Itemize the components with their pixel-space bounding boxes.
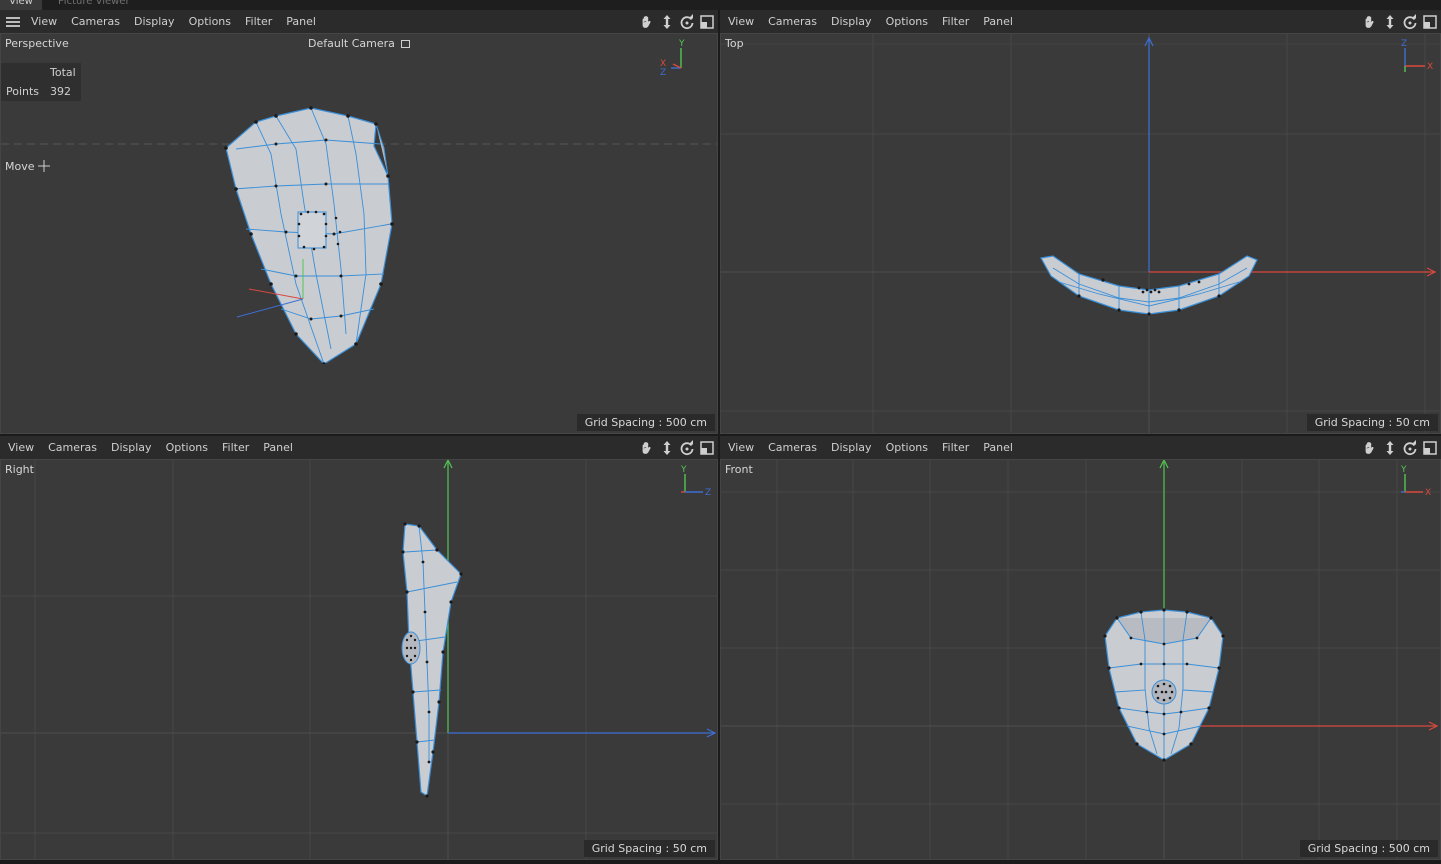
move-zoom-icon[interactable]: [1382, 14, 1398, 30]
front-pane: View Cameras Display Options Filter Pane…: [720, 436, 1441, 860]
grid-spacing-readout: Grid Spacing : 50 cm: [583, 840, 715, 857]
maximize-icon[interactable]: [699, 440, 715, 456]
shield-mesh-top[interactable]: [1039, 254, 1261, 320]
move-tool-name: Move: [5, 160, 35, 173]
hand-pan-icon[interactable]: [639, 14, 655, 30]
menu-filter[interactable]: Filter: [935, 441, 976, 454]
axis-y-letter: Y: [680, 465, 687, 475]
axis-y-letter: Y: [1400, 465, 1407, 475]
menu-options[interactable]: Options: [879, 15, 935, 28]
hud-points-table: Total Points 392: [1, 63, 81, 101]
object-gizmo: [236, 259, 304, 318]
hud-points-value: 392: [50, 85, 71, 98]
move-zoom-icon[interactable]: [659, 440, 675, 456]
front-viewport[interactable]: Front Y X Grid Spacing : 500 cm: [720, 459, 1441, 860]
grid-spacing-readout: Grid Spacing : 500 cm: [1299, 840, 1438, 857]
hud-total-header: Total: [50, 66, 76, 79]
rotate-icon[interactable]: [679, 440, 695, 456]
axis-x-letter: X: [1425, 488, 1431, 498]
menu-panel[interactable]: Panel: [256, 441, 300, 454]
menu-options[interactable]: Options: [182, 15, 238, 28]
menu-display[interactable]: Display: [824, 15, 879, 28]
camera-label[interactable]: Default Camera: [308, 37, 411, 50]
camera-icon: [401, 40, 411, 48]
hand-pan-icon[interactable]: [1362, 440, 1378, 456]
menu-cameras[interactable]: Cameras: [761, 441, 824, 454]
tab-bar: View Picture Viewer: [0, 0, 1441, 10]
axis-y-letter: Y: [678, 39, 685, 49]
menu-view[interactable]: View: [24, 15, 64, 28]
maximize-icon[interactable]: [1422, 440, 1438, 456]
menu-display[interactable]: Display: [824, 441, 879, 454]
menu-display[interactable]: Display: [127, 15, 182, 28]
axis-gizmo: Y Z: [680, 465, 711, 498]
menu-cameras[interactable]: Cameras: [41, 441, 104, 454]
grid-spacing-readout: Grid Spacing : 50 cm: [1306, 414, 1438, 431]
move-crosshair-icon: [38, 160, 50, 175]
move-zoom-icon[interactable]: [1382, 440, 1398, 456]
menu-filter[interactable]: Filter: [215, 441, 256, 454]
tab-view[interactable]: View: [0, 0, 42, 10]
perspective-menubar: View Cameras Display Options Filter Pane…: [0, 10, 718, 33]
hud-points-label: Points: [6, 85, 40, 98]
front-menubar: View Cameras Display Options Filter Pane…: [720, 436, 1441, 459]
tab-picture-viewer[interactable]: Picture Viewer: [50, 0, 138, 10]
top-pane: View Cameras Display Options Filter Pane…: [720, 10, 1441, 434]
maximize-icon[interactable]: [1422, 14, 1438, 30]
grid-spacing-readout: Grid Spacing : 500 cm: [576, 414, 715, 431]
camera-name: Default Camera: [308, 37, 395, 50]
viewport-label: Perspective: [5, 37, 69, 50]
axis-z-letter: Z: [1401, 39, 1407, 49]
rotate-icon[interactable]: [1402, 14, 1418, 30]
rotate-icon[interactable]: [679, 14, 695, 30]
move-tool-label: Move: [5, 160, 50, 175]
menu-panel[interactable]: Panel: [976, 441, 1020, 454]
right-pane: View Cameras Display Options Filter Pane…: [0, 436, 718, 860]
menu-panel[interactable]: Panel: [279, 15, 323, 28]
hamburger-menu-icon[interactable]: [6, 16, 20, 27]
right-menubar: View Cameras Display Options Filter Pane…: [0, 436, 718, 459]
menu-filter[interactable]: Filter: [935, 15, 976, 28]
axis-gizmo: Y X Z: [660, 39, 685, 78]
perspective-viewport[interactable]: Perspective Default Camera Total Points 3…: [0, 33, 718, 434]
top-viewport[interactable]: Top Z X Grid Spacing : 50 cm: [720, 33, 1441, 434]
axis-gizmo: Z X: [1401, 39, 1433, 72]
move-zoom-icon[interactable]: [659, 14, 675, 30]
viewport-label: Top: [725, 37, 744, 50]
shield-mesh-front[interactable]: [1101, 608, 1227, 762]
hand-pan-icon[interactable]: [639, 440, 655, 456]
menu-panel[interactable]: Panel: [976, 15, 1020, 28]
menu-view[interactable]: View: [721, 441, 761, 454]
axis-gizmo: Y X: [1400, 465, 1431, 498]
viewport-label: Front: [725, 463, 753, 476]
menu-cameras[interactable]: Cameras: [761, 15, 824, 28]
maximize-icon[interactable]: [699, 14, 715, 30]
axis-z-letter: Z: [705, 488, 711, 498]
top-menubar: View Cameras Display Options Filter Pane…: [720, 10, 1441, 33]
viewport-label: Right: [5, 463, 34, 476]
menu-options[interactable]: Options: [879, 441, 935, 454]
menu-filter[interactable]: Filter: [238, 15, 279, 28]
menu-cameras[interactable]: Cameras: [64, 15, 127, 28]
axis-z-letter: Z: [660, 68, 666, 78]
menu-options[interactable]: Options: [159, 441, 215, 454]
menu-display[interactable]: Display: [104, 441, 159, 454]
rotate-icon[interactable]: [1402, 440, 1418, 456]
perspective-pane: View Cameras Display Options Filter Pane…: [0, 10, 718, 434]
shield-mesh-right[interactable]: [399, 522, 469, 800]
axis-x-letter: X: [1427, 62, 1433, 72]
menu-view[interactable]: View: [721, 15, 761, 28]
hand-pan-icon[interactable]: [1362, 14, 1378, 30]
right-viewport[interactable]: Right Y Z Grid Spacing : 50 cm: [0, 459, 718, 860]
menu-view[interactable]: View: [1, 441, 41, 454]
